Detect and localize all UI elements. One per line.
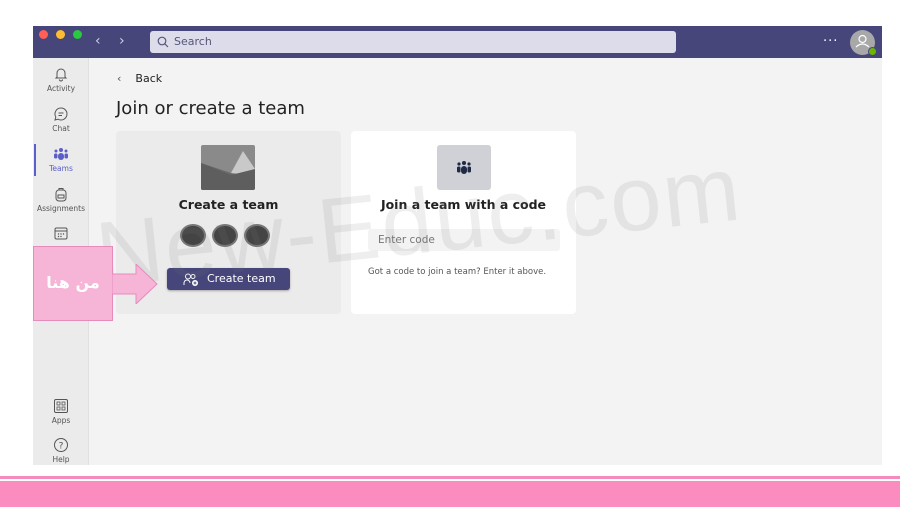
back-arrow-icon[interactable]: ‹ xyxy=(95,33,101,49)
callout-arrow-icon xyxy=(112,264,158,304)
sidebar-item-chat[interactable]: Chat xyxy=(33,106,89,133)
join-hint-text: Got a code to join a team? Enter it abov… xyxy=(368,267,547,277)
avatar xyxy=(180,224,206,247)
sidebar-item-label: Assignments xyxy=(36,204,86,213)
minimize-window-button[interactable] xyxy=(56,30,65,39)
backpack-icon xyxy=(55,188,67,202)
user-avatar[interactable] xyxy=(850,30,877,56)
search-input[interactable]: Search xyxy=(150,31,676,53)
page-title: Join or create a team xyxy=(116,98,305,119)
chevron-left-icon: ‹ xyxy=(117,72,122,85)
search-placeholder: Search xyxy=(174,35,212,48)
team-code-input[interactable] xyxy=(368,229,560,251)
sidebar-item-label: Teams xyxy=(49,164,73,173)
title-bar: ‹ › Search ... xyxy=(33,26,882,58)
maximize-window-button[interactable] xyxy=(73,30,82,39)
presence-available-badge xyxy=(868,47,877,56)
sidebar-item-label: Chat xyxy=(52,124,70,133)
join-team-heading: Join a team with a code xyxy=(380,197,547,212)
member-avatars xyxy=(180,224,270,247)
more-options-button[interactable]: ... xyxy=(823,30,838,45)
sidebar-item-teams[interactable]: Teams xyxy=(33,144,89,176)
bell-icon xyxy=(54,68,68,82)
sidebar-item-calendar[interactable] xyxy=(33,225,89,243)
create-team-heading: Create a team xyxy=(178,197,279,212)
chat-icon xyxy=(54,107,68,121)
teams-icon xyxy=(437,145,491,190)
sidebar-item-assignments[interactable]: Assignments xyxy=(33,186,89,213)
create-team-button[interactable]: Create team xyxy=(167,268,290,290)
search-icon xyxy=(157,36,169,48)
help-icon: ? xyxy=(54,438,68,452)
sidebar-item-label: Help xyxy=(52,455,70,464)
sidebar-item-apps[interactable]: Apps xyxy=(33,398,89,425)
avatar xyxy=(244,224,270,247)
avatar xyxy=(212,224,238,247)
callout-box: من هنا xyxy=(33,246,113,321)
footer-divider xyxy=(0,476,900,479)
create-team-label: Create team xyxy=(207,272,276,285)
sidebar-item-label: Apps xyxy=(51,416,71,425)
back-link[interactable]: ‹ Back xyxy=(117,72,162,85)
sidebar-item-help[interactable]: ? Help xyxy=(33,437,89,464)
teams-icon xyxy=(54,148,68,160)
footer-bar xyxy=(0,481,900,507)
svg-text:?: ? xyxy=(59,442,64,452)
back-label: Back xyxy=(135,72,163,85)
image-placeholder-icon xyxy=(201,145,255,190)
sidebar-item-activity[interactable]: Activity xyxy=(33,66,89,93)
forward-arrow-icon[interactable]: › xyxy=(119,33,125,49)
join-team-card: Join a team with a code Got a code to jo… xyxy=(351,131,576,314)
apps-icon xyxy=(54,399,68,413)
sidebar-item-label: Activity xyxy=(46,84,76,93)
close-window-button[interactable] xyxy=(39,30,48,39)
calendar-icon xyxy=(54,227,68,240)
add-people-icon xyxy=(183,273,198,286)
teams-window: ‹ › Search ... Activity Chat Teams Assig… xyxy=(33,26,882,465)
